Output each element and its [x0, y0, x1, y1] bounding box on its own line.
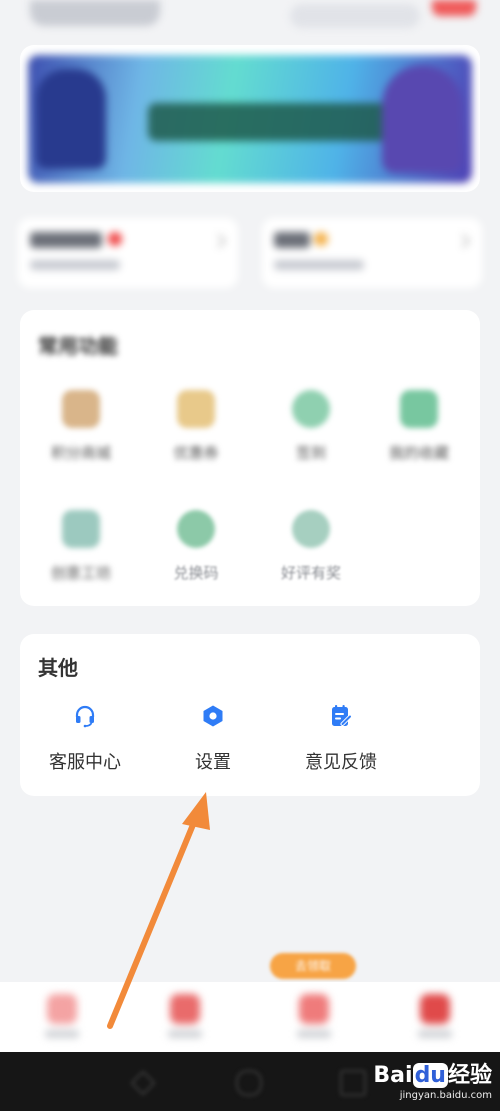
baidu-paw-icon: du [412, 1063, 448, 1088]
notification-badge[interactable] [432, 0, 476, 16]
checkin-icon [292, 390, 330, 428]
banner-character-right [382, 65, 462, 173]
baidu-jingyan-watermark: Baidu经验 jingyan.baidu.com [373, 1063, 492, 1101]
profile-icon [420, 994, 450, 1024]
func-item-review-reward[interactable]: 好评有奖 [256, 510, 366, 583]
coupon-icon [177, 390, 215, 428]
collection-icon [400, 390, 438, 428]
func-item-redeem-code[interactable]: 兑换码 [141, 510, 251, 583]
category-icon [170, 994, 200, 1024]
tab-message[interactable] [284, 994, 344, 1038]
tab-home-label [45, 1030, 79, 1038]
coin-badge-icon [314, 232, 328, 246]
common-functions-title: 常用功能 [38, 334, 118, 358]
recents-icon[interactable] [340, 1070, 366, 1096]
other-card: 其他 客服中心 设置 意见反馈 [20, 634, 480, 796]
tab-category[interactable] [155, 994, 215, 1038]
info-card-subtitle [30, 260, 120, 270]
func-item-collection[interactable]: 我的收藏 [364, 390, 474, 463]
banner-title-graphic [148, 103, 398, 141]
tab-category-label [168, 1030, 202, 1038]
tab-message-label [297, 1030, 331, 1038]
tab-profile-label [418, 1030, 452, 1038]
promo-banner-card[interactable] [20, 45, 480, 192]
func-item-checkin[interactable]: 签到 [256, 390, 366, 463]
promo-banner-image[interactable] [28, 55, 472, 183]
center-promo-pill[interactable]: 去领取 [270, 953, 356, 979]
hot-badge-icon [108, 232, 122, 246]
info-card-title [30, 232, 102, 248]
home-icon [47, 994, 77, 1024]
feedback-icon [332, 705, 352, 726]
info-card-subtitle [274, 260, 364, 270]
review-reward-icon [292, 510, 330, 548]
top-header [0, 0, 500, 40]
info-card-right[interactable] [262, 218, 482, 288]
func-item-points-mall[interactable]: 积分商城 [26, 390, 136, 463]
feedback-button[interactable]: 意见反馈 [276, 704, 406, 774]
bottom-tab-bar [0, 982, 500, 1052]
other-title: 其他 [38, 656, 78, 680]
info-card-left[interactable] [18, 218, 238, 288]
headset-icon [75, 705, 95, 728]
user-avatar[interactable] [30, 0, 160, 26]
banner-character-left [36, 69, 106, 169]
tab-home[interactable] [32, 994, 92, 1038]
redeem-code-icon [177, 510, 215, 548]
vip-chip[interactable] [290, 4, 420, 28]
chevron-right-icon [211, 233, 227, 249]
back-icon[interactable] [130, 1070, 156, 1096]
func-item-workshop[interactable]: 创意工坊 [26, 510, 136, 583]
customer-service-button[interactable]: 客服中心 [20, 704, 150, 774]
home-circle-icon[interactable] [236, 1070, 262, 1096]
gear-icon [203, 705, 223, 727]
settings-button[interactable]: 设置 [148, 704, 278, 774]
chevron-right-icon [455, 233, 471, 249]
info-card-title [274, 232, 310, 248]
workshop-icon [62, 510, 100, 548]
func-item-coupons[interactable]: 优惠券 [141, 390, 251, 463]
common-functions-card: 常用功能 积分商城 优惠券 签到 我的收藏 创意工坊 兑换码 好评有奖 [20, 310, 480, 606]
coins-icon [62, 390, 100, 428]
tab-profile[interactable] [405, 994, 465, 1038]
message-icon [299, 994, 329, 1024]
